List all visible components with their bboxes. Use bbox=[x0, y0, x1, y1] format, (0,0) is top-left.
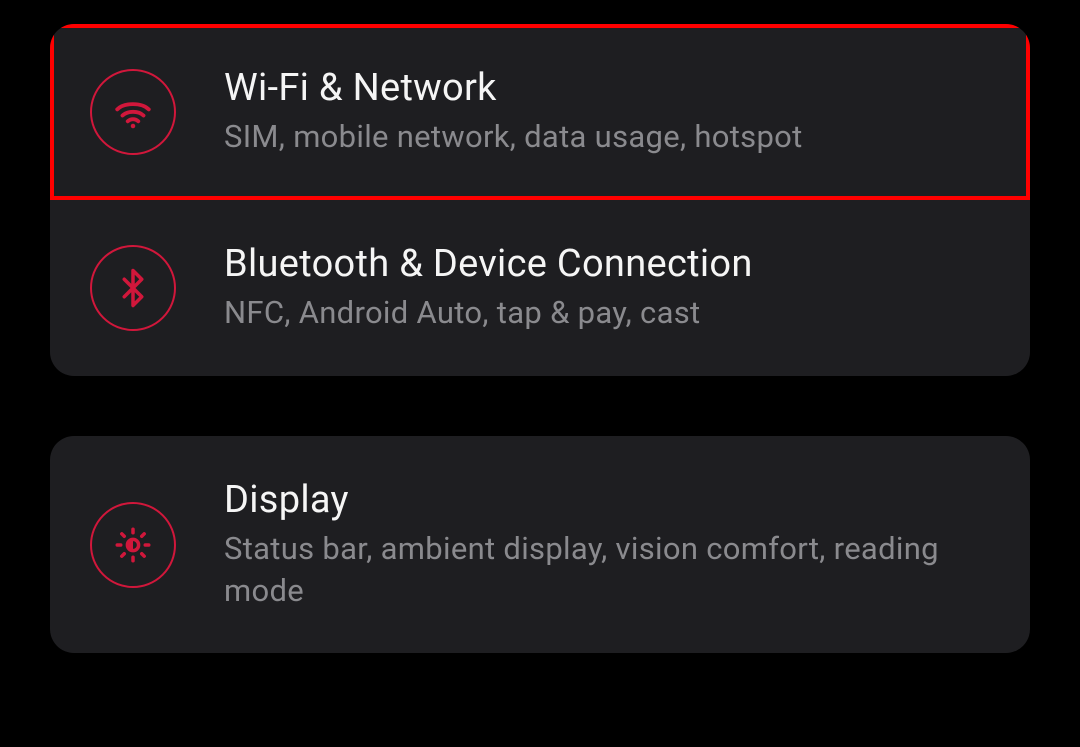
settings-item-text: Bluetooth & Device Connection NFC, Andro… bbox=[224, 242, 753, 334]
settings-item-title: Wi-Fi & Network bbox=[224, 66, 803, 110]
bluetooth-icon bbox=[90, 245, 176, 331]
settings-item-text: Wi-Fi & Network SIM, mobile network, dat… bbox=[224, 66, 803, 158]
display-icon bbox=[90, 502, 176, 588]
settings-item-subtitle: NFC, Android Auto, tap & pay, cast bbox=[224, 292, 753, 334]
settings-item-subtitle: SIM, mobile network, data usage, hotspot bbox=[224, 116, 803, 158]
settings-card-connectivity: Wi-Fi & Network SIM, mobile network, dat… bbox=[50, 24, 1030, 376]
settings-item-subtitle: Status bar, ambient display, vision comf… bbox=[224, 528, 990, 612]
settings-item-title: Bluetooth & Device Connection bbox=[224, 242, 753, 286]
settings-item-display[interactable]: Display Status bar, ambient display, vis… bbox=[50, 436, 1030, 654]
settings-item-text: Display Status bar, ambient display, vis… bbox=[224, 478, 990, 612]
settings-item-wifi-network[interactable]: Wi-Fi & Network SIM, mobile network, dat… bbox=[50, 24, 1030, 200]
wifi-icon bbox=[90, 69, 176, 155]
settings-item-bluetooth-device[interactable]: Bluetooth & Device Connection NFC, Andro… bbox=[50, 200, 1030, 376]
settings-card-display: Display Status bar, ambient display, vis… bbox=[50, 436, 1030, 654]
settings-item-title: Display bbox=[224, 478, 990, 522]
